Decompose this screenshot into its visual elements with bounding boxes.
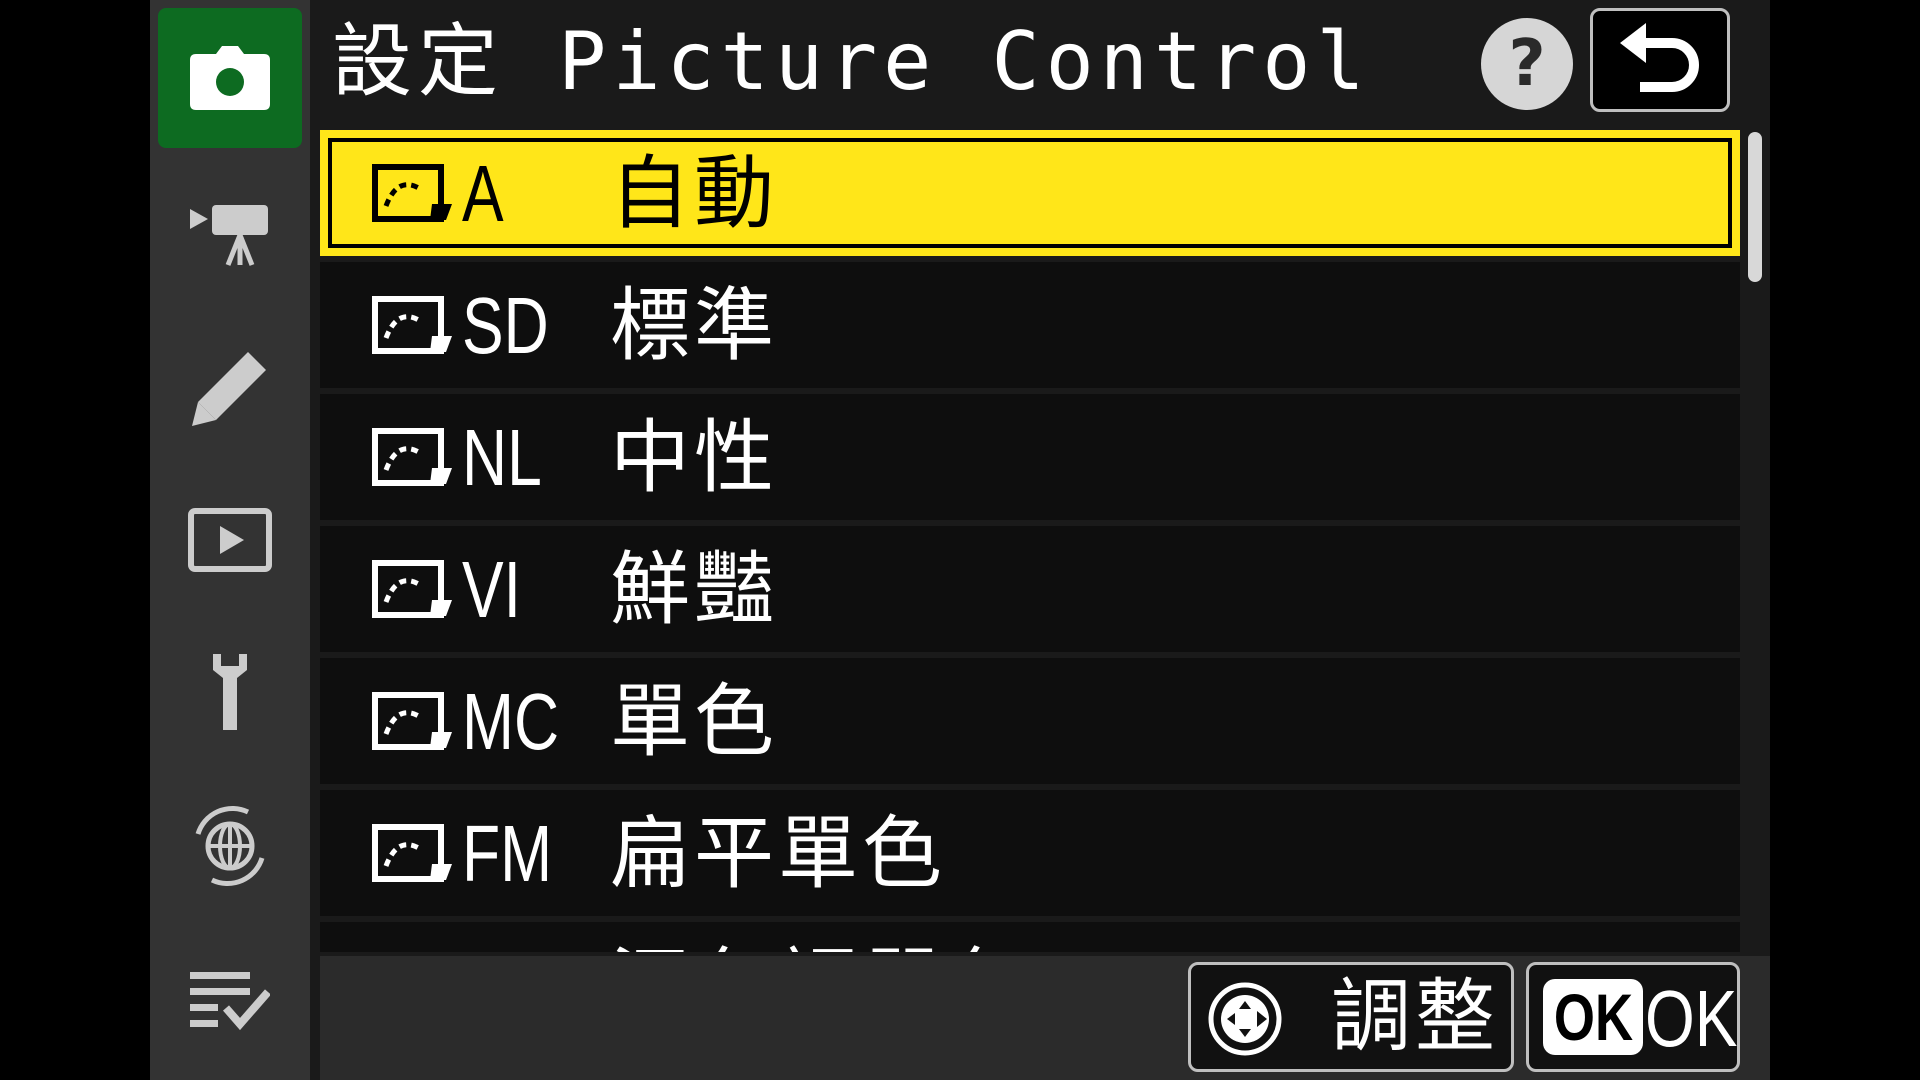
picture-control-icon (372, 692, 456, 756)
picture-control-icon (372, 296, 456, 360)
network-icon (188, 804, 272, 888)
picture-control-name: 鮮豔 (610, 543, 778, 636)
page-title: 設定 Picture Control (332, 15, 1371, 108)
ok-key-icon: OK (1543, 979, 1643, 1055)
tab-my-menu[interactable] (158, 930, 302, 1070)
picture-control-name: 單色 (610, 675, 778, 768)
adjust-label: 調整 (1331, 970, 1499, 1063)
ok-badge-text: OK (1553, 980, 1633, 1054)
picture-control-code: VI (462, 545, 521, 634)
tab-network[interactable] (158, 776, 302, 916)
list-item-standard[interactable]: SD 標準 (320, 262, 1740, 388)
tab-setup[interactable] (158, 622, 302, 762)
picture-control-code: A (462, 149, 504, 238)
multi-selector-icon (1205, 979, 1285, 1063)
movie-camera-icon (190, 199, 270, 269)
camera-icon (190, 46, 270, 110)
ok-label: OK (1645, 974, 1738, 1063)
adjust-button[interactable]: 調整 (1188, 962, 1514, 1072)
picture-control-code: SD (462, 281, 549, 370)
playback-icon (188, 508, 272, 572)
list-scrollbar[interactable] (1748, 132, 1762, 282)
picture-control-code: NL (462, 413, 542, 502)
button-guide-bar: 調整 OK OK (320, 956, 1770, 1080)
my-menu-icon (190, 968, 270, 1032)
ok-button[interactable]: OK OK (1526, 962, 1740, 1072)
wrench-icon (205, 652, 255, 732)
tab-custom-settings[interactable] (158, 318, 302, 458)
picture-control-icon (372, 560, 456, 624)
tab-playback[interactable] (158, 470, 302, 610)
picture-control-icon (372, 428, 456, 492)
help-button[interactable]: ? (1481, 18, 1573, 110)
menu-tab-sidebar (150, 0, 310, 1080)
list-item-deep-tone-monochrome[interactable]: DM 深色調單色 (320, 922, 1740, 952)
tab-photo-shooting[interactable] (158, 8, 302, 148)
picture-control-list: A 自動 SD 標準 NL 中性 VI 鮮豔 MC 單色 FM 扁平單色 (320, 130, 1740, 952)
back-button[interactable] (1590, 8, 1730, 112)
back-arrow-icon (1620, 23, 1700, 97)
picture-control-icon (372, 824, 456, 888)
picture-control-name: 自動 (610, 147, 778, 240)
menu-header: 設定 Picture Control ? (320, 0, 1770, 126)
pencil-icon (192, 350, 268, 426)
picture-control-name: 扁平單色 (610, 807, 946, 900)
list-item-flat-monochrome[interactable]: FM 扁平單色 (320, 790, 1740, 916)
picture-control-name: 深色調單色 (610, 938, 1030, 952)
picture-control-name: 中性 (610, 411, 778, 504)
picture-control-code: MC (462, 677, 560, 766)
picture-control-name: 標準 (610, 279, 778, 372)
list-item-neutral[interactable]: NL 中性 (320, 394, 1740, 520)
picture-control-icon (372, 164, 456, 228)
picture-control-code: DM (462, 938, 559, 952)
list-item-auto[interactable]: A 自動 (320, 130, 1740, 256)
list-item-monochrome[interactable]: MC 單色 (320, 658, 1740, 784)
tab-movie-shooting[interactable] (158, 164, 302, 304)
list-item-vivid[interactable]: VI 鮮豔 (320, 526, 1740, 652)
camera-menu-screen: 設定 Picture Control ? A 自動 SD 標準 NL 中性 VI… (150, 0, 1770, 1080)
help-icon: ? (1508, 27, 1546, 101)
picture-control-code: FM (462, 809, 553, 898)
